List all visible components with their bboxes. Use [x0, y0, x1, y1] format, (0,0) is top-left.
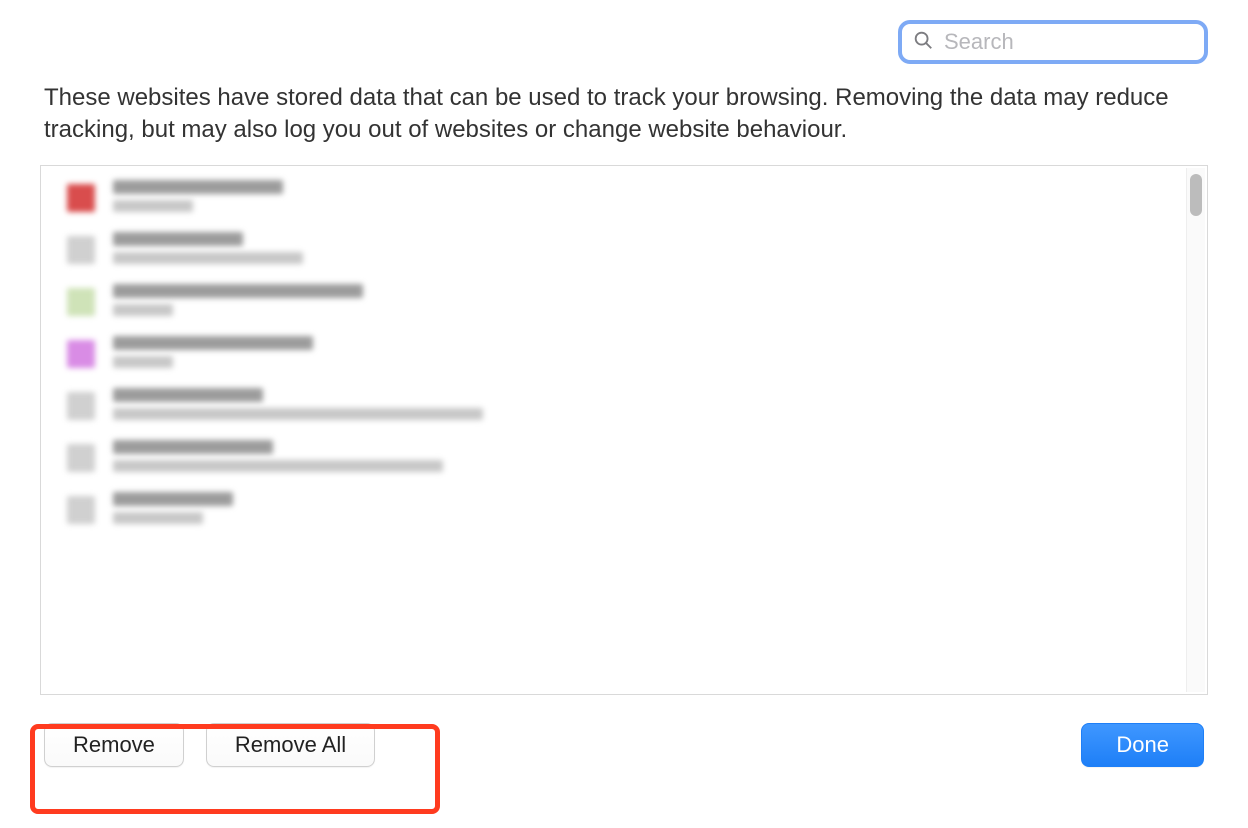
- site-domain: [113, 180, 283, 194]
- site-text: [113, 284, 363, 316]
- site-detail: [113, 460, 443, 472]
- site-text: [113, 440, 443, 472]
- done-button[interactable]: Done: [1081, 723, 1204, 767]
- site-favicon: [67, 340, 95, 368]
- site-domain: [113, 492, 233, 506]
- website-list: [40, 165, 1208, 695]
- site-detail: [113, 408, 483, 420]
- scrollbar[interactable]: [1186, 168, 1205, 692]
- site-detail: [113, 304, 173, 316]
- search-container: [40, 20, 1208, 64]
- site-favicon: [67, 496, 95, 524]
- site-detail: [113, 356, 173, 368]
- site-text: [113, 180, 283, 212]
- site-favicon: [67, 184, 95, 212]
- site-text: [113, 388, 483, 420]
- site-domain: [113, 440, 273, 454]
- list-item[interactable]: [41, 174, 1183, 226]
- site-favicon: [67, 288, 95, 316]
- list-item[interactable]: [41, 226, 1183, 278]
- remove-button[interactable]: Remove: [44, 723, 184, 767]
- scrollbar-thumb[interactable]: [1190, 174, 1202, 216]
- site-text: [113, 232, 303, 264]
- site-domain: [113, 388, 263, 402]
- list-item[interactable]: [41, 278, 1183, 330]
- description-text: These websites have stored data that can…: [44, 82, 1204, 147]
- search-field[interactable]: [898, 20, 1208, 64]
- site-detail: [113, 200, 193, 212]
- list-item[interactable]: [41, 330, 1183, 382]
- left-button-group: Remove Remove All: [44, 723, 375, 767]
- dialog-footer: Remove Remove All Done: [40, 723, 1208, 767]
- search-icon: [912, 29, 934, 56]
- site-favicon: [67, 392, 95, 420]
- list-item[interactable]: [41, 486, 1183, 538]
- site-domain: [113, 336, 313, 350]
- site-domain: [113, 232, 243, 246]
- site-favicon: [67, 444, 95, 472]
- remove-all-button[interactable]: Remove All: [206, 723, 375, 767]
- search-input[interactable]: [942, 28, 1234, 56]
- list-item[interactable]: [41, 382, 1183, 434]
- site-domain: [113, 284, 363, 298]
- site-favicon: [67, 236, 95, 264]
- site-text: [113, 492, 233, 524]
- website-list-inner: [41, 166, 1183, 694]
- list-item[interactable]: [41, 434, 1183, 486]
- site-text: [113, 336, 313, 368]
- website-data-dialog: These websites have stored data that can…: [0, 0, 1248, 828]
- site-detail: [113, 512, 203, 524]
- site-detail: [113, 252, 303, 264]
